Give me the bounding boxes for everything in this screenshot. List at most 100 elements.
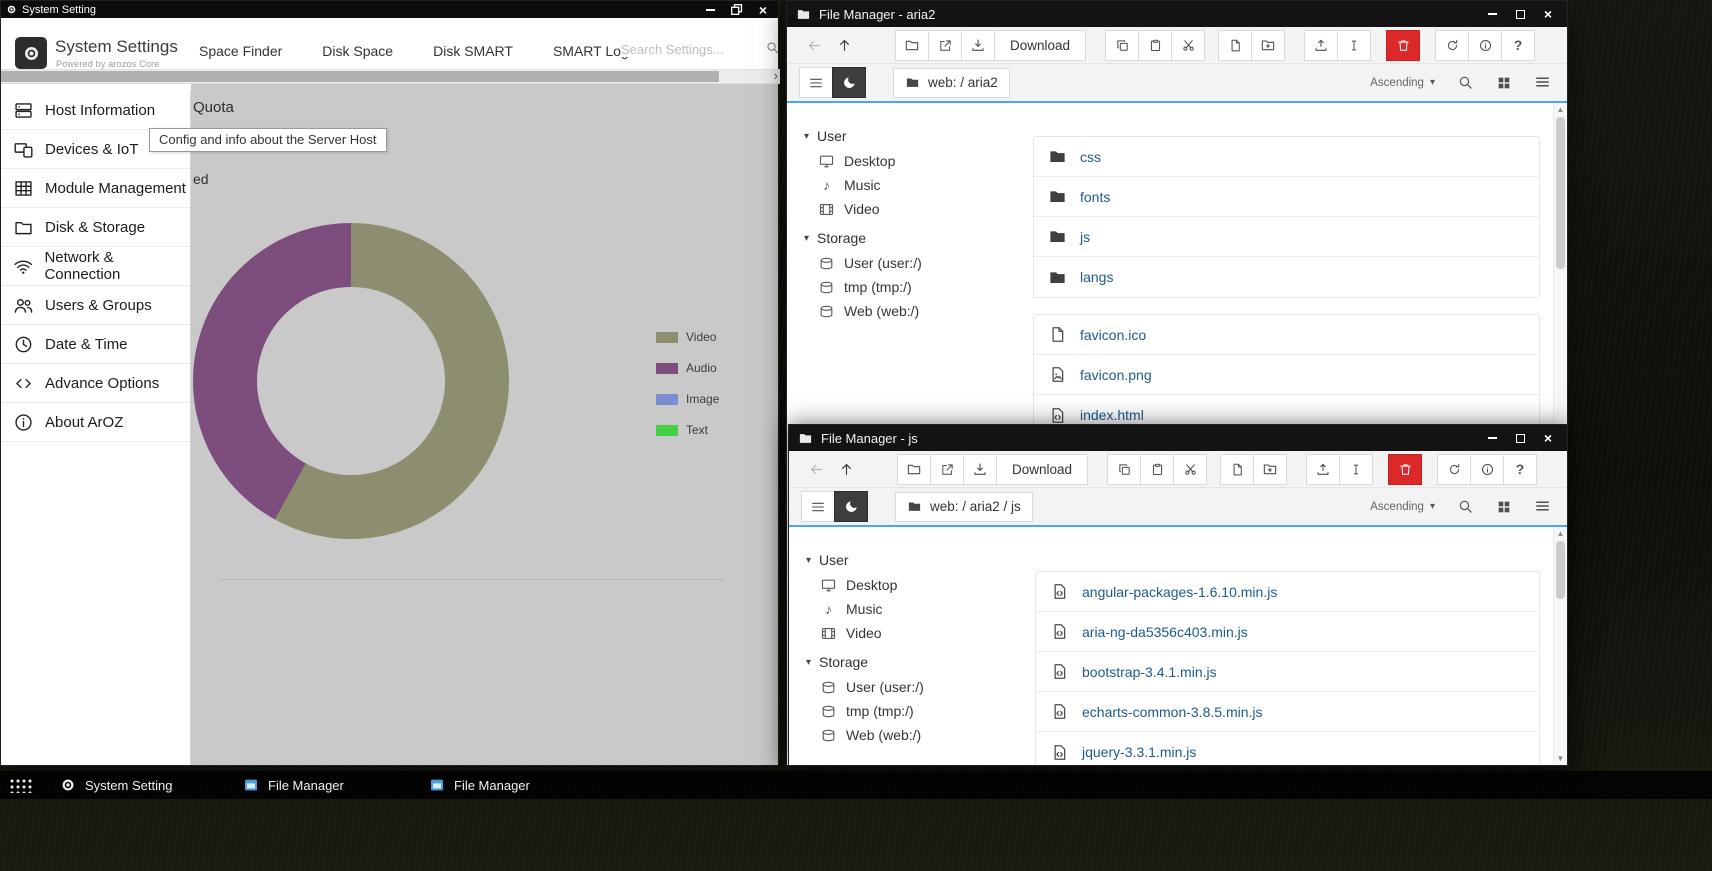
tab-disk-smart[interactable]: Disk SMART xyxy=(413,43,533,59)
search-icon[interactable] xyxy=(1457,498,1474,515)
scrollbar-thumb[interactable] xyxy=(1556,541,1565,599)
back-button[interactable] xyxy=(801,454,831,484)
download-button[interactable]: Download xyxy=(996,454,1088,485)
upload-button[interactable] xyxy=(1304,30,1338,61)
file-row[interactable]: bootstrap-3.4.1.min.js xyxy=(1036,652,1539,692)
tree-item-music[interactable]: ♪Music xyxy=(787,173,1033,197)
search-icon[interactable] xyxy=(765,40,780,55)
copy-button[interactable] xyxy=(1105,30,1139,61)
list-view-icon[interactable] xyxy=(1534,74,1551,91)
tree-group-storage[interactable]: ▾Storage xyxy=(789,649,1035,675)
refresh-button[interactable] xyxy=(1435,30,1469,61)
sidebar-item-users-groups[interactable]: Users & Groups xyxy=(1,286,190,325)
new-folder-button[interactable] xyxy=(1251,30,1285,61)
minimize-button[interactable] xyxy=(1488,437,1497,439)
cut-button[interactable] xyxy=(1171,30,1205,61)
download-icon-button[interactable] xyxy=(963,454,997,485)
close-button[interactable]: × xyxy=(1544,431,1552,445)
refresh-button[interactable] xyxy=(1437,454,1471,485)
help-button[interactable]: ? xyxy=(1503,454,1537,485)
up-button[interactable] xyxy=(831,454,861,484)
tree-item-web-drive[interactable]: Web (web:/) xyxy=(787,299,1033,323)
folder-row[interactable]: css xyxy=(1034,137,1539,177)
open-folder-button[interactable] xyxy=(897,454,931,485)
grid-view-icon[interactable] xyxy=(1496,75,1512,91)
restore-button[interactable] xyxy=(731,4,743,15)
tree-item-music[interactable]: ♪Music xyxy=(789,597,1035,621)
delete-button[interactable] xyxy=(1386,30,1420,61)
rename-button[interactable] xyxy=(1337,30,1371,61)
vertical-scrollbar[interactable]: ▲ ▼ xyxy=(1553,527,1567,765)
tree-item-web-drive[interactable]: Web (web:/) xyxy=(789,723,1035,747)
folder-row[interactable]: fonts xyxy=(1034,177,1539,217)
open-folder-button[interactable] xyxy=(895,30,929,61)
download-icon-button[interactable] xyxy=(961,30,995,61)
open-new-window-button[interactable] xyxy=(930,454,964,485)
file-row[interactable]: angular-packages-1.6.10.min.js xyxy=(1036,572,1539,612)
tree-group-user[interactable]: ▾User xyxy=(789,547,1035,573)
file-row[interactable]: favicon.png xyxy=(1034,355,1539,395)
up-button[interactable] xyxy=(829,30,859,60)
folder-row[interactable]: langs xyxy=(1034,257,1539,297)
sidebar-item-disk-storage[interactable]: Disk & Storage xyxy=(1,208,190,247)
sidebar-item-network-connection[interactable]: Network & Connection xyxy=(1,247,190,286)
upload-button[interactable] xyxy=(1306,454,1340,485)
menu-button[interactable] xyxy=(799,67,833,98)
new-file-button[interactable] xyxy=(1220,454,1254,485)
breadcrumb[interactable]: web: / aria2 / js xyxy=(895,492,1033,522)
system-settings-titlebar[interactable]: System Setting × xyxy=(1,1,778,18)
tree-item-video[interactable]: Video xyxy=(787,197,1033,221)
scroll-right-arrow-icon[interactable]: › xyxy=(774,68,778,83)
close-button[interactable]: × xyxy=(759,3,767,17)
copy-button[interactable] xyxy=(1107,454,1141,485)
tree-item-desktop[interactable]: Desktop xyxy=(787,149,1033,173)
dark-mode-button[interactable] xyxy=(834,491,868,522)
tab-disk-space[interactable]: Disk Space xyxy=(302,43,413,59)
sort-dropdown[interactable]: Ascending ▾ xyxy=(1370,77,1435,89)
list-view-icon[interactable] xyxy=(1534,498,1551,515)
folder-row[interactable]: js xyxy=(1034,217,1539,257)
info-button[interactable] xyxy=(1470,454,1504,485)
open-new-window-button[interactable] xyxy=(928,30,962,61)
file-row[interactable]: aria-ng-da5356c403.min.js xyxy=(1036,612,1539,652)
scroll-up-arrow-icon[interactable]: ▲ xyxy=(1554,105,1567,114)
tree-item-video[interactable]: Video xyxy=(789,621,1035,645)
scroll-up-arrow-icon[interactable]: ▲ xyxy=(1554,529,1567,538)
menu-button[interactable] xyxy=(801,491,835,522)
tab-space-finder[interactable]: Space Finder xyxy=(179,43,302,59)
horizontal-scrollbar[interactable]: › xyxy=(1,69,780,84)
cut-button[interactable] xyxy=(1173,454,1207,485)
delete-button[interactable] xyxy=(1388,454,1422,485)
scrollbar-thumb[interactable] xyxy=(1,71,719,82)
sidebar-item-about-aroz[interactable]: About ArOZ xyxy=(1,403,190,442)
sidebar-item-module-management[interactable]: Module Management xyxy=(1,169,190,208)
help-button[interactable]: ? xyxy=(1501,30,1535,61)
rename-button[interactable] xyxy=(1339,454,1373,485)
scroll-down-arrow-icon[interactable]: ▼ xyxy=(1554,754,1567,763)
fm-titlebar[interactable]: File Manager - js × xyxy=(789,425,1567,451)
tree-item-user-drive[interactable]: User (user:/) xyxy=(787,251,1033,275)
file-row[interactable]: jquery-3.3.1.min.js xyxy=(1036,732,1539,765)
fm-titlebar[interactable]: File Manager - aria2 × xyxy=(787,1,1567,27)
sidebar-item-date-time[interactable]: Date & Time xyxy=(1,325,190,364)
taskbar-item-file-manager-1[interactable]: File Manager xyxy=(243,771,344,799)
info-button[interactable] xyxy=(1468,30,1502,61)
paste-button[interactable] xyxy=(1140,454,1174,485)
sidebar-item-advance-options[interactable]: Advance Options xyxy=(1,364,190,403)
taskbar-item-file-manager-2[interactable]: File Manager xyxy=(429,771,530,799)
search-settings-input[interactable] xyxy=(621,42,749,57)
maximize-button[interactable] xyxy=(1516,434,1525,443)
search-icon[interactable] xyxy=(1457,74,1474,91)
tree-group-storage[interactable]: ▾Storage xyxy=(787,225,1033,251)
tree-item-user-drive[interactable]: User (user:/) xyxy=(789,675,1035,699)
tree-item-tmp-drive[interactable]: tmp (tmp:/) xyxy=(789,699,1035,723)
close-button[interactable]: × xyxy=(1544,7,1552,21)
minimize-button[interactable] xyxy=(706,9,715,11)
back-button[interactable] xyxy=(799,30,829,60)
maximize-button[interactable] xyxy=(1516,10,1525,19)
file-row[interactable]: echarts-common-3.8.5.min.js xyxy=(1036,692,1539,732)
new-file-button[interactable] xyxy=(1218,30,1252,61)
minimize-button[interactable] xyxy=(1488,13,1497,15)
paste-button[interactable] xyxy=(1138,30,1172,61)
scrollbar-thumb[interactable] xyxy=(1556,117,1565,269)
